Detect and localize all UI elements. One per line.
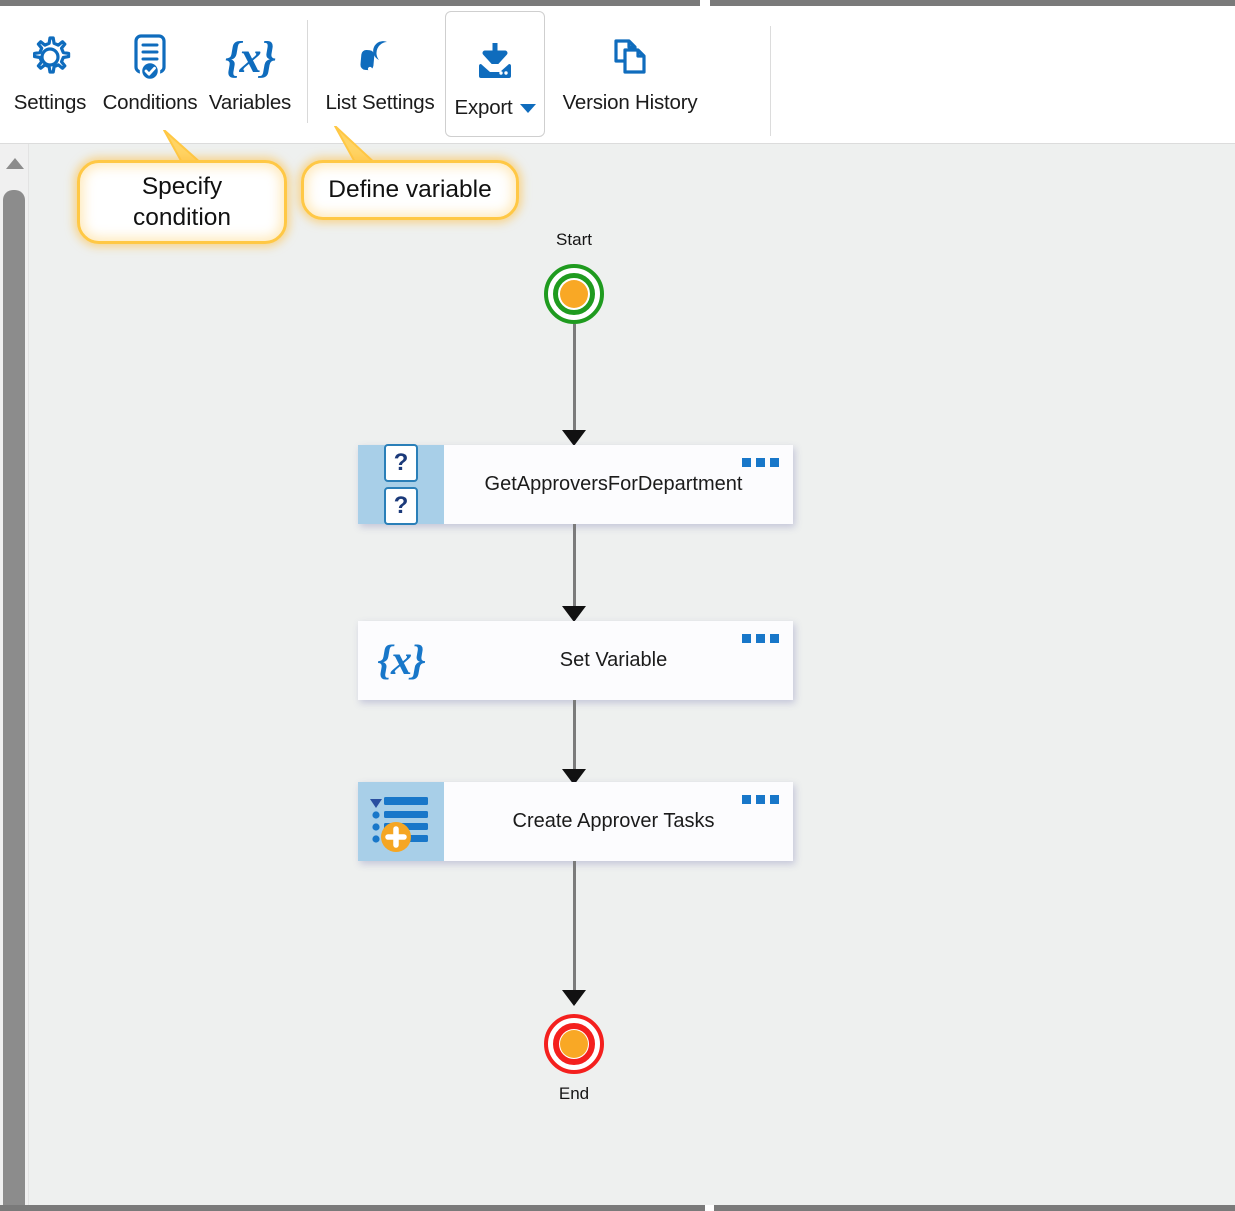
list-add-icon [358, 782, 444, 861]
toolbar: Settings Conditions {x} Variables List S… [0, 6, 1235, 144]
question-box-2: ? [384, 487, 418, 525]
node-title-create-approver-tasks: Create Approver Tasks [512, 810, 715, 832]
bottom-border-notch [705, 1205, 714, 1211]
start-node[interactable] [544, 264, 604, 324]
document-check-icon [126, 29, 174, 85]
arrowhead-4 [562, 990, 586, 1006]
toolbar-label-conditions: Conditions [102, 91, 198, 114]
toolbar-button-settings[interactable]: Settings [0, 6, 100, 143]
download-tray-icon [470, 34, 520, 90]
callout-line-2a: Define variable [328, 176, 492, 204]
toolbar-button-export[interactable]: Export [445, 11, 545, 137]
connector-node3-to-end [573, 861, 576, 1004]
arrowhead-2 [562, 606, 586, 622]
connector-start-to-node1 [573, 324, 576, 434]
node-title-get-approvers: GetApproversForDepartment [484, 473, 743, 495]
node-menu-button-3[interactable] [742, 795, 779, 804]
node-create-approver-tasks[interactable]: Create Approver Tasks [358, 782, 793, 861]
scrollbar-thumb[interactable] [3, 190, 25, 1205]
callout-bubble-2: Define variable [301, 160, 519, 220]
end-node[interactable] [544, 1014, 604, 1074]
callout-bubble-1: Specify condition [77, 160, 287, 244]
toolbar-label-variables: Variables [208, 91, 292, 114]
toolbar-divider-2 [770, 26, 771, 136]
node-title-set-variable: Set Variable [559, 649, 668, 671]
question-boxes-icon: ? ? [358, 444, 444, 525]
arrowhead-1 [562, 430, 586, 446]
node-set-variable[interactable]: {x} Set Variable [358, 621, 793, 700]
toolbar-button-list-settings[interactable]: List Settings [315, 6, 445, 143]
node-menu-button-1[interactable] [742, 458, 779, 467]
toolbar-button-version-history[interactable]: Version History [545, 6, 715, 143]
gear-icon [26, 29, 74, 85]
wrench-icon [356, 29, 404, 85]
canvas-area: Specify condition Define variable Start [0, 126, 1235, 1205]
callout-define-variable: Define variable [301, 126, 519, 220]
workflow-designer: Settings Conditions {x} Variables List S… [0, 0, 1235, 1211]
toolbar-label-export: Export [454, 96, 536, 120]
copy-pages-icon [606, 29, 654, 85]
end-label: End [558, 1084, 590, 1103]
start-core [560, 280, 588, 308]
workflow-canvas[interactable]: Specify condition Define variable Start [28, 126, 1235, 1205]
callout-specify-condition: Specify condition [77, 130, 287, 244]
callout-line-1b: condition [132, 204, 232, 231]
braces-x-icon: {x} [377, 637, 425, 684]
question-box-1: ? [384, 444, 418, 482]
end-core [560, 1030, 588, 1058]
export-text: Export [454, 96, 513, 119]
toolbar-divider-1 [307, 20, 308, 123]
vertical-scrollbar[interactable] [0, 144, 29, 1205]
node-menu-button-2[interactable] [742, 634, 779, 643]
callout-line-1a: Specify [141, 172, 223, 200]
node-get-approvers[interactable]: ? ? GetApproversForDepartment [358, 444, 793, 525]
toolbar-label-list-settings: List Settings [325, 91, 435, 114]
start-label: Start [556, 230, 592, 249]
toolbar-label-settings: Settings [13, 91, 87, 114]
chevron-down-icon[interactable] [519, 103, 536, 113]
scroll-up-arrow-icon[interactable] [6, 158, 24, 169]
braces-x-icon: {x} [225, 32, 276, 82]
toolbar-button-conditions[interactable]: Conditions [100, 6, 200, 143]
window-bottom-border [0, 1205, 1235, 1211]
toolbar-label-version-history: Version History [562, 91, 698, 114]
toolbar-button-variables[interactable]: {x} Variables [200, 6, 300, 143]
